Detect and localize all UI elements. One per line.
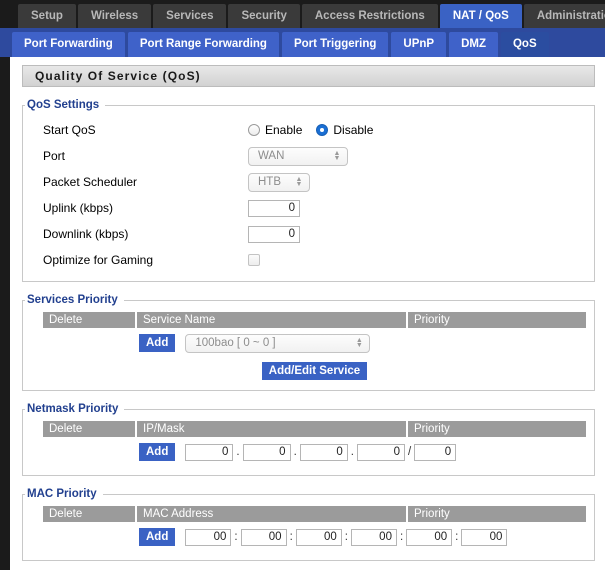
subtab-port-triggering[interactable]: Port Triggering (282, 32, 388, 57)
netmask-slash: / (405, 446, 414, 458)
qos-settings-legend: QoS Settings (25, 99, 105, 111)
mac-colon-2: : (287, 531, 296, 543)
radio-enable-label: Enable (265, 123, 302, 137)
mac-priority-table: Delete MAC Address Priority Add : : : : … (43, 506, 586, 552)
services-col-priority: Priority (408, 312, 586, 328)
optimize-gaming-label: Optimize for Gaming (43, 253, 248, 267)
mac-octet-6-input[interactable] (461, 529, 507, 546)
optimize-gaming-checkbox[interactable] (248, 254, 260, 266)
services-actions: Add/Edit Service (43, 358, 586, 382)
uplink-label: Uplink (kbps) (43, 201, 248, 215)
netmask-dot-3: . (348, 446, 357, 458)
chevron-updown-icon: ▲▼ (331, 151, 343, 161)
services-priority-entry-row: Add 100bao [ 0 ~ 0 ] ▲▼ (43, 328, 586, 358)
netmask-col-delete: Delete (43, 421, 135, 437)
services-priority-group: Services Priority Delete Service Name Pr… (22, 294, 595, 391)
services-add-button[interactable]: Add (139, 334, 175, 352)
subtab-upnp[interactable]: UPnP (391, 32, 446, 57)
packet-scheduler-select-value: HTB (258, 176, 293, 188)
add-edit-service-button[interactable]: Add/Edit Service (262, 362, 367, 380)
mac-octet-2-input[interactable] (241, 529, 287, 546)
mac-colon-4: : (397, 531, 406, 543)
mac-priority-group: MAC Priority Delete MAC Address Priority… (22, 488, 595, 561)
port-label: Port (43, 149, 248, 163)
downlink-input[interactable] (248, 226, 300, 243)
services-col-name: Service Name (137, 312, 406, 328)
packet-scheduler-label: Packet Scheduler (43, 175, 248, 189)
services-priority-table: Delete Service Name Priority Add 100bao … (43, 312, 586, 382)
tab-nat-qos[interactable]: NAT / QoS (440, 4, 522, 28)
mac-col-delete: Delete (43, 506, 135, 522)
tab-setup[interactable]: Setup (18, 4, 76, 28)
radio-disable-indicator[interactable] (316, 124, 328, 136)
mac-colon-5: : (452, 531, 461, 543)
secondary-tab-bar: Port Forwarding Port Range Forwarding Po… (0, 28, 605, 57)
netmask-priority-entry-row: Add . . . / (43, 437, 586, 467)
radio-enable[interactable]: Enable (248, 123, 302, 137)
services-priority-legend: Services Priority (25, 294, 124, 306)
services-col-delete: Delete (43, 312, 135, 328)
netmask-col-priority: Priority (408, 421, 586, 437)
tab-services[interactable]: Services (153, 4, 226, 28)
row-start-qos: Start QoS Enable Disable (23, 117, 594, 143)
netmask-priority-group: Netmask Priority Delete IP/Mask Priority… (22, 403, 595, 476)
netmask-priority-header-row: Delete IP/Mask Priority (43, 421, 586, 437)
netmask-octet-2-input[interactable] (243, 444, 291, 461)
netmask-octet-1-input[interactable] (185, 444, 233, 461)
downlink-label: Downlink (kbps) (43, 227, 248, 241)
port-select-value: WAN (258, 150, 331, 162)
tab-security[interactable]: Security (228, 4, 299, 28)
chevron-updown-icon: ▲▼ (293, 177, 305, 187)
mac-priority-entry-row: Add : : : : : (43, 522, 586, 552)
chevron-updown-icon: ▲▼ (353, 338, 365, 348)
netmask-priority-table: Delete IP/Mask Priority Add . . . / (43, 421, 586, 467)
netmask-prefix-input[interactable] (414, 444, 456, 461)
row-optimize-gaming: Optimize for Gaming (23, 247, 594, 273)
netmask-dot-2: . (291, 446, 300, 458)
netmask-octet-3-input[interactable] (300, 444, 348, 461)
primary-tab-bar: Setup Wireless Services Security Access … (0, 0, 605, 28)
mac-priority-legend: MAC Priority (25, 488, 103, 500)
row-port: Port WAN ▲▼ (23, 143, 594, 169)
netmask-dot-1: . (233, 446, 242, 458)
qos-settings-group: QoS Settings Start QoS Enable Disable Po… (22, 99, 595, 282)
service-name-select-value: 100bao [ 0 ~ 0 ] (195, 337, 353, 349)
uplink-input[interactable] (248, 200, 300, 217)
mac-octet-1-input[interactable] (185, 529, 231, 546)
netmask-priority-legend: Netmask Priority (25, 403, 124, 415)
tab-access-restrictions[interactable]: Access Restrictions (302, 4, 438, 28)
mac-octet-4-input[interactable] (351, 529, 397, 546)
services-priority-header-row: Delete Service Name Priority (43, 312, 586, 328)
subtab-port-forwarding[interactable]: Port Forwarding (12, 32, 125, 57)
mac-octet-3-input[interactable] (296, 529, 342, 546)
mac-col-address: MAC Address (137, 506, 406, 522)
row-downlink: Downlink (kbps) (23, 221, 594, 247)
start-qos-label: Start QoS (43, 123, 248, 137)
service-name-select[interactable]: 100bao [ 0 ~ 0 ] ▲▼ (185, 334, 370, 353)
page-title: Quality Of Service (QoS) (22, 65, 595, 87)
radio-disable[interactable]: Disable (316, 123, 373, 137)
tab-wireless[interactable]: Wireless (78, 4, 151, 28)
mac-octet-5-input[interactable] (406, 529, 452, 546)
mac-add-button[interactable]: Add (139, 528, 175, 546)
subtab-qos[interactable]: QoS (501, 32, 549, 57)
radio-disable-label: Disable (333, 123, 373, 137)
packet-scheduler-select[interactable]: HTB ▲▼ (248, 173, 310, 192)
row-packet-scheduler: Packet Scheduler HTB ▲▼ (23, 169, 594, 195)
tab-administration[interactable]: Administration (524, 4, 605, 28)
netmask-add-button[interactable]: Add (139, 443, 175, 461)
mac-colon-3: : (342, 531, 351, 543)
port-select[interactable]: WAN ▲▼ (248, 147, 348, 166)
radio-enable-indicator[interactable] (248, 124, 260, 136)
subtab-dmz[interactable]: DMZ (449, 32, 498, 57)
row-uplink: Uplink (kbps) (23, 195, 594, 221)
mac-priority-header-row: Delete MAC Address Priority (43, 506, 586, 522)
mac-col-priority: Priority (408, 506, 586, 522)
netmask-col-ipmask: IP/Mask (137, 421, 406, 437)
mac-colon-1: : (231, 531, 240, 543)
netmask-octet-4-input[interactable] (357, 444, 405, 461)
subtab-port-range-forwarding[interactable]: Port Range Forwarding (128, 32, 279, 57)
page-body: Quality Of Service (QoS) QoS Settings St… (0, 57, 605, 570)
